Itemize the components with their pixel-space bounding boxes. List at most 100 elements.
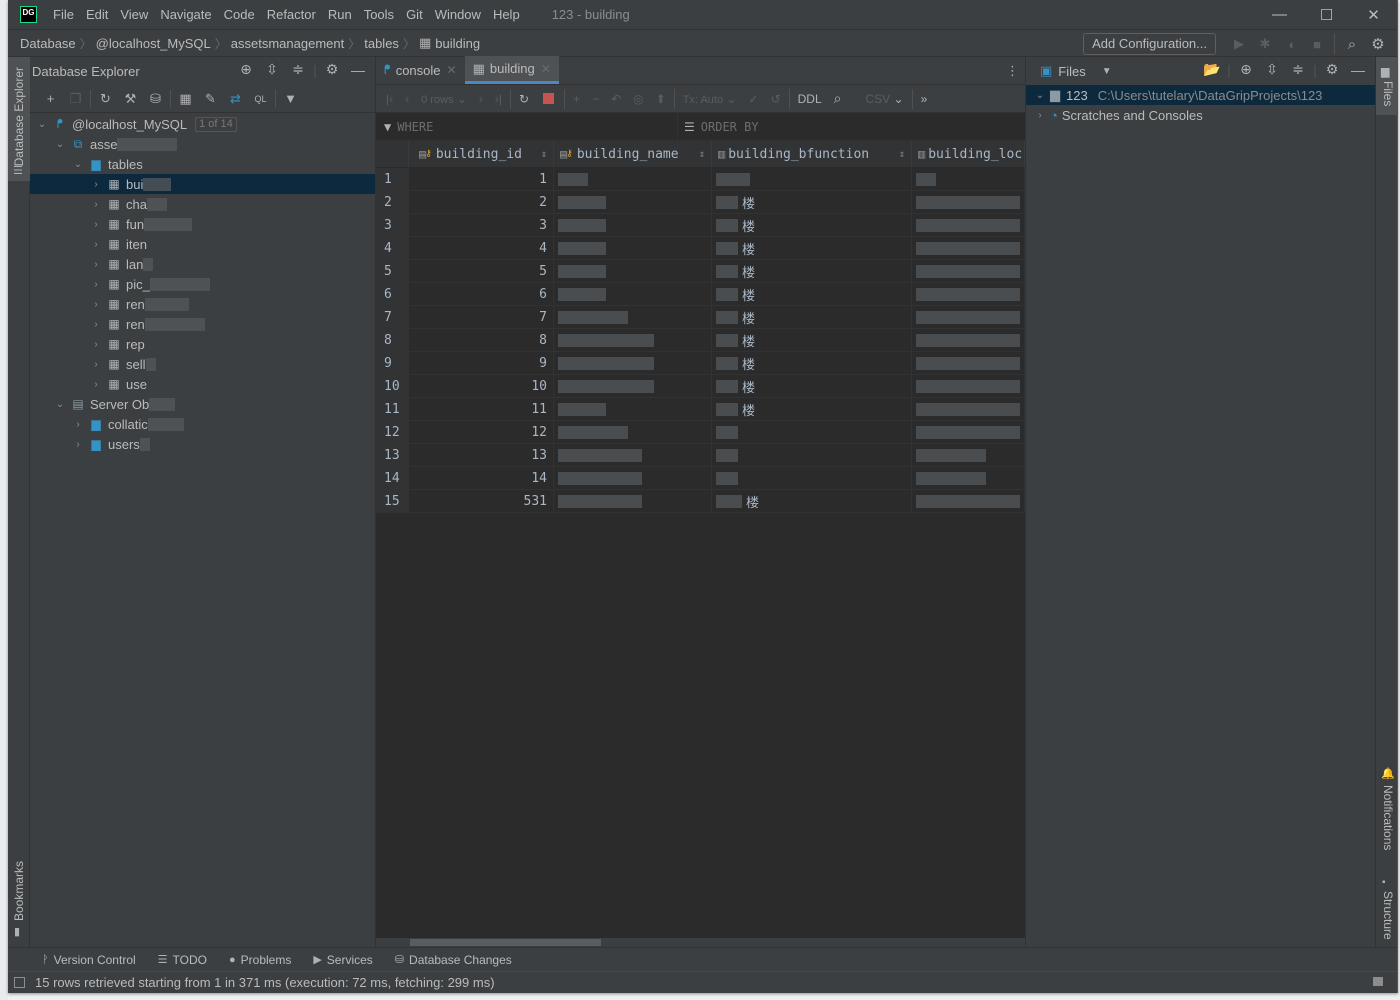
cell-building-bfunction[interactable]: 楼: [712, 283, 912, 305]
tree-item[interactable]: › ▦ ren: [30, 314, 375, 334]
cell-building-loc[interactable]: [912, 191, 1025, 213]
tree-item[interactable]: › ▦ ren: [30, 294, 375, 314]
cell-building-loc[interactable]: [912, 283, 1025, 305]
tree-item[interactable]: › ▦ iten: [30, 234, 375, 254]
table-row[interactable]: 15 531 楼: [376, 490, 1025, 513]
cell-building-bfunction[interactable]: 楼: [712, 260, 912, 282]
cell-building-loc[interactable]: [912, 490, 1025, 512]
cell-building-name[interactable]: [554, 352, 712, 374]
menu-code[interactable]: Code: [224, 7, 255, 22]
cell-building-id[interactable]: 9: [409, 352, 554, 374]
cell-building-loc[interactable]: [912, 329, 1025, 351]
table-editor-icon[interactable]: ▦: [173, 91, 198, 107]
cell-building-loc[interactable]: [912, 421, 1025, 443]
view-dropdown-icon[interactable]: ▼: [1102, 66, 1112, 77]
table-row[interactable]: 2 2 楼: [376, 191, 1025, 214]
ddl-button[interactable]: DDL: [798, 92, 822, 106]
chevron-right-icon[interactable]: ›: [88, 259, 104, 270]
cell-building-bfunction[interactable]: 楼: [712, 237, 912, 259]
table-row[interactable]: 14 14: [376, 467, 1025, 490]
todo-button[interactable]: ☰ TODO: [158, 953, 207, 967]
cell-building-name[interactable]: [554, 283, 712, 305]
expand-all-icon[interactable]: ⇳: [259, 61, 285, 78]
table-row[interactable]: 7 7 楼: [376, 306, 1025, 329]
cell-building-bfunction[interactable]: 楼: [712, 191, 912, 213]
data-source-properties-icon[interactable]: ⚒: [118, 91, 143, 107]
next-page-icon[interactable]: ›: [479, 92, 483, 106]
cell-building-name[interactable]: [554, 214, 712, 236]
chevron-right-icon[interactable]: ›: [88, 219, 104, 230]
close-tab-icon[interactable]: ✕: [447, 63, 457, 77]
hide-panel-icon[interactable]: —: [345, 62, 371, 78]
notifications-stripe-button[interactable]: 🔔 Notifications: [1376, 765, 1398, 860]
table-row[interactable]: 9 9 楼: [376, 352, 1025, 375]
refresh-icon[interactable]: ↻: [93, 91, 118, 107]
collapse-all-icon[interactable]: ≑: [1285, 61, 1311, 78]
close-button[interactable]: ✕: [1350, 0, 1397, 29]
more-tabs-icon[interactable]: ⋮: [1006, 63, 1019, 79]
table-row[interactable]: 4 4 楼: [376, 237, 1025, 260]
tree-item[interactable]: › ▦ bui: [30, 174, 375, 194]
ddl-icon[interactable]: QL: [248, 94, 273, 104]
cell-building-bfunction[interactable]: [712, 467, 912, 489]
cell-building-loc[interactable]: [912, 237, 1025, 259]
read-only-lock-icon[interactable]: [1373, 977, 1383, 986]
menu-help[interactable]: Help: [493, 7, 520, 22]
cell-building-bfunction[interactable]: 楼: [712, 214, 912, 236]
cell-building-id[interactable]: 10: [409, 375, 554, 397]
cancel-query-icon[interactable]: [543, 93, 555, 104]
sort-toggle-icon[interactable]: ⇕: [699, 149, 705, 160]
cell-building-name[interactable]: [554, 237, 712, 259]
menu-file[interactable]: File: [53, 7, 74, 22]
chevron-right-icon[interactable]: ›: [88, 339, 104, 350]
cell-building-loc[interactable]: [912, 467, 1025, 489]
maximize-button[interactable]: ☐: [1303, 0, 1350, 29]
chevron-down-icon[interactable]: ⌄: [52, 139, 68, 150]
minimize-button[interactable]: —: [1256, 0, 1303, 29]
database-explorer-stripe-button[interactable]: Database Explorer ☰: [8, 57, 30, 181]
submit-icon[interactable]: ⬆: [656, 92, 666, 106]
duplicate-icon[interactable]: ❐: [63, 91, 88, 107]
revert-icon[interactable]: ↶: [611, 92, 621, 106]
add-row-icon[interactable]: +: [573, 92, 580, 106]
cell-building-bfunction[interactable]: 楼: [712, 329, 912, 351]
cell-building-id[interactable]: 2: [409, 191, 554, 213]
menu-view[interactable]: View: [120, 7, 148, 22]
chevron-right-icon[interactable]: ›: [70, 419, 86, 430]
chevron-right-icon[interactable]: ›: [70, 439, 86, 450]
cell-building-name[interactable]: [554, 260, 712, 282]
add-configuration-button[interactable]: Add Configuration...: [1083, 33, 1216, 55]
column-header-building-bfunction[interactable]: ▥ building_bfunction ⇕: [712, 141, 912, 167]
sort-toggle-icon[interactable]: ⇕: [541, 149, 547, 160]
locate-icon[interactable]: ⊕: [1233, 61, 1259, 78]
table-row[interactable]: 11 11 楼: [376, 398, 1025, 421]
stop-icon[interactable]: ■: [1304, 37, 1330, 52]
project-root-item[interactable]: ⌄ ▆ 123 C:\Users\tutelary\DataGripProjec…: [1026, 85, 1375, 105]
cell-building-id[interactable]: 4: [409, 237, 554, 259]
cell-building-loc[interactable]: [912, 168, 1025, 190]
cell-building-bfunction[interactable]: [712, 168, 912, 190]
close-tab-icon[interactable]: ✕: [541, 62, 551, 76]
toggle-tool-windows-icon[interactable]: [14, 977, 25, 988]
settings-gear-icon[interactable]: ⚙: [1365, 35, 1391, 53]
breadcrumb-tables[interactable]: tables: [364, 36, 399, 51]
cell-building-name[interactable]: [554, 444, 712, 466]
tree-item[interactable]: › ▦ sell: [30, 354, 375, 374]
settings-gear-icon[interactable]: ⚙: [1319, 61, 1345, 78]
search-everywhere-icon[interactable]: ⌕: [1339, 36, 1365, 53]
cell-building-loc[interactable]: [912, 306, 1025, 328]
run-icon[interactable]: ▶: [1226, 36, 1252, 52]
menu-navigate[interactable]: Navigate: [160, 7, 211, 22]
scrollbar-thumb[interactable]: [410, 939, 601, 946]
cell-building-id[interactable]: 14: [409, 467, 554, 489]
export-format-dropdown[interactable]: CSV ⌄: [865, 92, 903, 106]
preview-pending-icon[interactable]: ◎: [633, 92, 643, 106]
chevron-right-icon[interactable]: ›: [88, 239, 104, 250]
disconnect-icon[interactable]: ⛁: [143, 91, 168, 107]
scratches-item[interactable]: › ◔ Scratches and Consoles: [1026, 105, 1375, 125]
table-row[interactable]: 5 5 楼: [376, 260, 1025, 283]
more-actions-icon[interactable]: »: [921, 92, 928, 106]
table-row[interactable]: 12 12: [376, 421, 1025, 444]
breadcrumb-database[interactable]: Database: [20, 36, 76, 51]
tree-item[interactable]: ⌄ ▆ tables: [30, 154, 375, 174]
